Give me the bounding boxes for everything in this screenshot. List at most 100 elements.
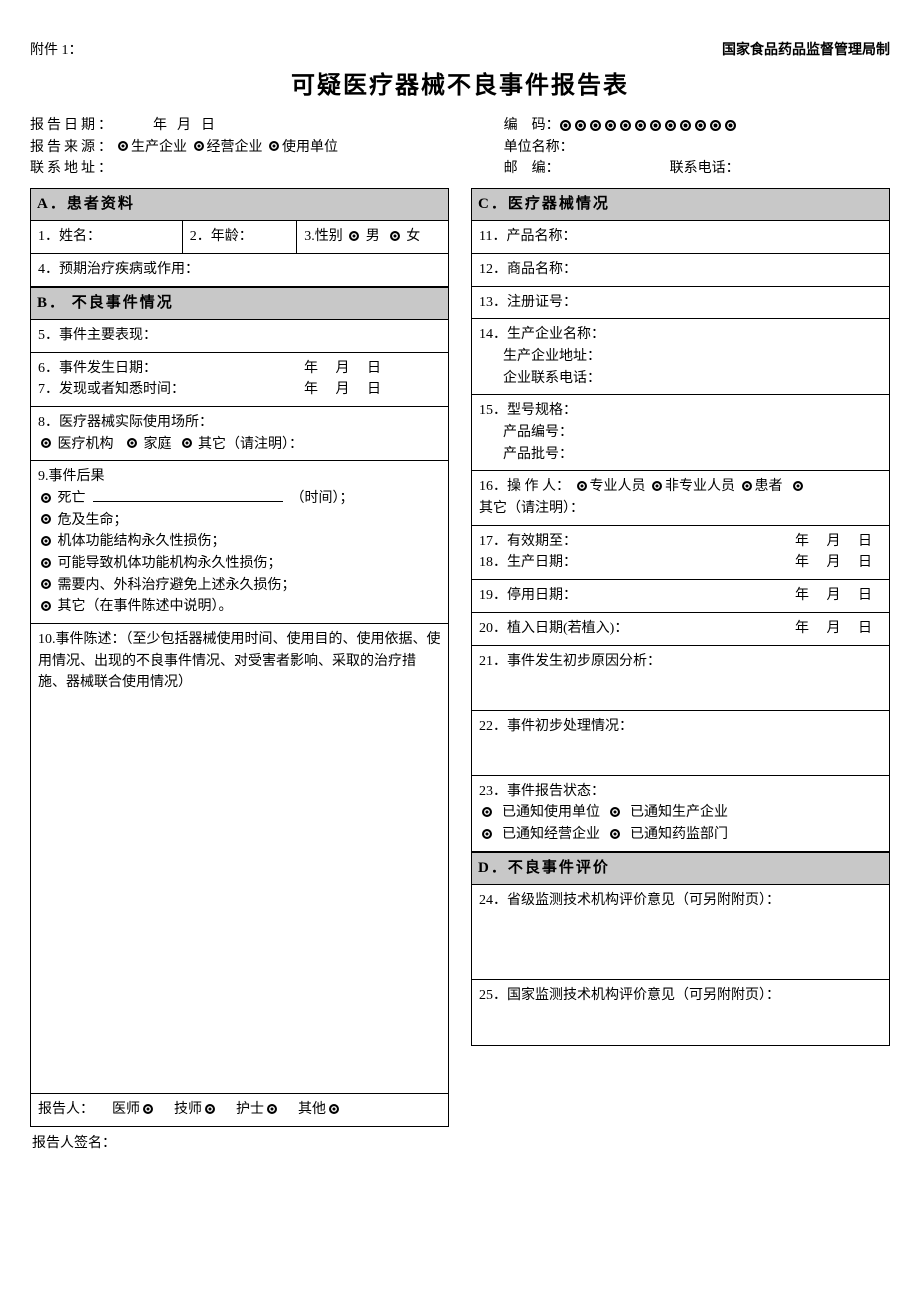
- date-ymd: 年 月 日: [304, 379, 381, 401]
- field-gender: 3.性别: [304, 229, 343, 244]
- field-product-name: 11．产品名称：: [472, 221, 889, 254]
- radio-icon[interactable]: [482, 807, 492, 817]
- field-age: 2．年龄：: [183, 221, 297, 254]
- loc-other: 其它（请注明）：: [198, 437, 303, 452]
- radio-icon[interactable]: [41, 579, 51, 589]
- op-pro: 专业人员: [590, 479, 646, 494]
- source-label: 报告来源：: [30, 137, 115, 159]
- source-opt-user-unit: 使用单位: [282, 137, 338, 159]
- field-name: 1．姓名：: [31, 221, 183, 254]
- field-valid-until: 17．有效期至：: [479, 531, 577, 553]
- rp-doctor: 医师: [112, 1102, 140, 1117]
- phone-label: 联系电话：: [670, 158, 740, 180]
- radio-icon[interactable]: [41, 536, 51, 546]
- right-column: C．医疗器械情况 11．产品名称： 12．商品名称： 13．注册证号： 14．生…: [471, 188, 890, 1046]
- op-nonpro: 非专业人员: [665, 479, 735, 494]
- radio-icon[interactable]: [41, 493, 51, 503]
- field-cause-analysis[interactable]: 21．事件发生初步原因分析：: [472, 646, 889, 711]
- radio-icon[interactable]: [41, 438, 51, 448]
- radio-icon[interactable]: [349, 231, 359, 241]
- section-d-head: D．不良事件评价: [472, 852, 889, 885]
- date-day: 日: [201, 115, 215, 137]
- gender-female: 女: [406, 229, 420, 244]
- field-manu-name: 14．生产企业名称：: [479, 324, 882, 346]
- radio-icon[interactable]: [182, 438, 192, 448]
- field-manu-date: 18．生产日期：: [479, 552, 577, 574]
- field-narrative[interactable]: 10.事件陈述：（至少包括器械使用时间、使用目的、使用依据、使用情况、出现的不良…: [31, 624, 448, 1094]
- radio-icon[interactable]: [41, 558, 51, 568]
- radio-icon[interactable]: [793, 481, 803, 491]
- source-opt-manufacturer: 生产企业: [131, 137, 187, 159]
- gender-male: 男: [366, 229, 380, 244]
- loc-home: 家庭: [144, 437, 172, 452]
- notified-manu: 已通知生产企业: [630, 805, 728, 820]
- notified-authority: 已通知药监部门: [630, 827, 728, 842]
- field-product-no: 产品编号：: [479, 422, 882, 444]
- report-date-label: 报告日期：: [30, 115, 115, 137]
- field-event-date: 6．事件发生日期：: [38, 358, 157, 380]
- field-stop-date: 19．停用日期：: [479, 585, 577, 607]
- section-b-head: B． 不良事件情况: [31, 287, 448, 320]
- radio-icon[interactable]: [742, 481, 752, 491]
- radio-icon[interactable]: [194, 141, 204, 151]
- cons-life: 危及生命；: [58, 513, 128, 528]
- fill-line[interactable]: [93, 489, 283, 502]
- date-ymd: 年 月 日: [304, 358, 381, 380]
- field-reg-no: 13．注册证号：: [472, 287, 889, 320]
- radio-icon[interactable]: [269, 141, 279, 151]
- radio-icon[interactable]: [205, 1104, 215, 1114]
- field-national-opinion[interactable]: 25．国家监测技术机构评价意见（可另附附页）：: [472, 980, 889, 1045]
- field-consequence: 9.事件后果: [38, 466, 441, 488]
- date-year: 年: [153, 115, 167, 137]
- cons-death: 死亡: [58, 491, 86, 506]
- date-month: 月: [177, 115, 191, 137]
- cons-other: 其它（在事件陈述中说明）。: [58, 599, 233, 614]
- reporter-signature-label: 报告人签名：: [30, 1127, 890, 1161]
- section-c-head: C．医疗器械情况: [472, 189, 889, 221]
- radio-icon[interactable]: [577, 481, 587, 491]
- rp-nurse: 护士: [236, 1102, 264, 1117]
- form-title: 可疑医疗器械不良事件报告表: [30, 68, 890, 105]
- radio-icon[interactable]: [482, 829, 492, 839]
- op-patient: 患者: [755, 479, 783, 494]
- section-a-head: A．患者资料: [31, 189, 448, 221]
- field-main-manifestation: 5．事件主要表现：: [31, 320, 448, 353]
- reporter-label: 报告人：: [38, 1099, 94, 1121]
- cons-surgery: 需要内、外科治疗避免上述永久损伤；: [58, 578, 296, 593]
- radio-icon[interactable]: [267, 1104, 277, 1114]
- field-batch-no: 产品批号：: [479, 444, 882, 466]
- radio-icon[interactable]: [143, 1104, 153, 1114]
- radio-icon[interactable]: [390, 231, 400, 241]
- notified-dealer: 已通知经营企业: [502, 827, 600, 842]
- radio-icon[interactable]: [41, 514, 51, 524]
- date-ymd: 年 月 日: [795, 585, 872, 607]
- field-manu-phone: 企业联系电话：: [479, 368, 882, 390]
- code-circles[interactable]: [560, 120, 736, 131]
- field-use-location: 8．医疗器械实际使用场所：: [38, 412, 441, 434]
- unit-name-label: 单位名称：: [504, 137, 574, 159]
- radio-icon[interactable]: [652, 481, 662, 491]
- radio-icon[interactable]: [329, 1104, 339, 1114]
- notified-user: 已通知使用单位: [502, 805, 600, 820]
- field-aware-time: 7．发现或者知悉时间：: [38, 379, 185, 401]
- op-other: 其它（请注明）：: [479, 501, 584, 516]
- zip-label: 邮 编：: [504, 158, 560, 180]
- contact-address-label: 联系地址：: [30, 158, 115, 180]
- source-opt-dealer: 经营企业: [207, 137, 263, 159]
- date-ymd: 年 月 日: [795, 552, 872, 574]
- field-provincial-opinion[interactable]: 24．省级监测技术机构评价意见（可另附附页）：: [472, 885, 889, 980]
- radio-icon[interactable]: [610, 807, 620, 817]
- field-handling[interactable]: 22．事件初步处理情况：: [472, 711, 889, 776]
- radio-icon[interactable]: [41, 601, 51, 611]
- date-ymd: 年 月 日: [795, 618, 872, 640]
- field-manu-addr: 生产企业地址：: [479, 346, 882, 368]
- radio-icon[interactable]: [610, 829, 620, 839]
- cons-death-time: （时间）；: [291, 491, 354, 506]
- field-implant-date: 20．植入日期(若植入)：: [479, 618, 628, 640]
- issuer-label: 国家食品药品监督管理局制: [722, 40, 890, 62]
- field-trade-name: 12．商品名称：: [472, 254, 889, 287]
- rp-technician: 技师: [174, 1102, 202, 1117]
- date-ymd: 年 月 日: [795, 531, 872, 553]
- radio-icon[interactable]: [127, 438, 137, 448]
- radio-icon[interactable]: [118, 141, 128, 151]
